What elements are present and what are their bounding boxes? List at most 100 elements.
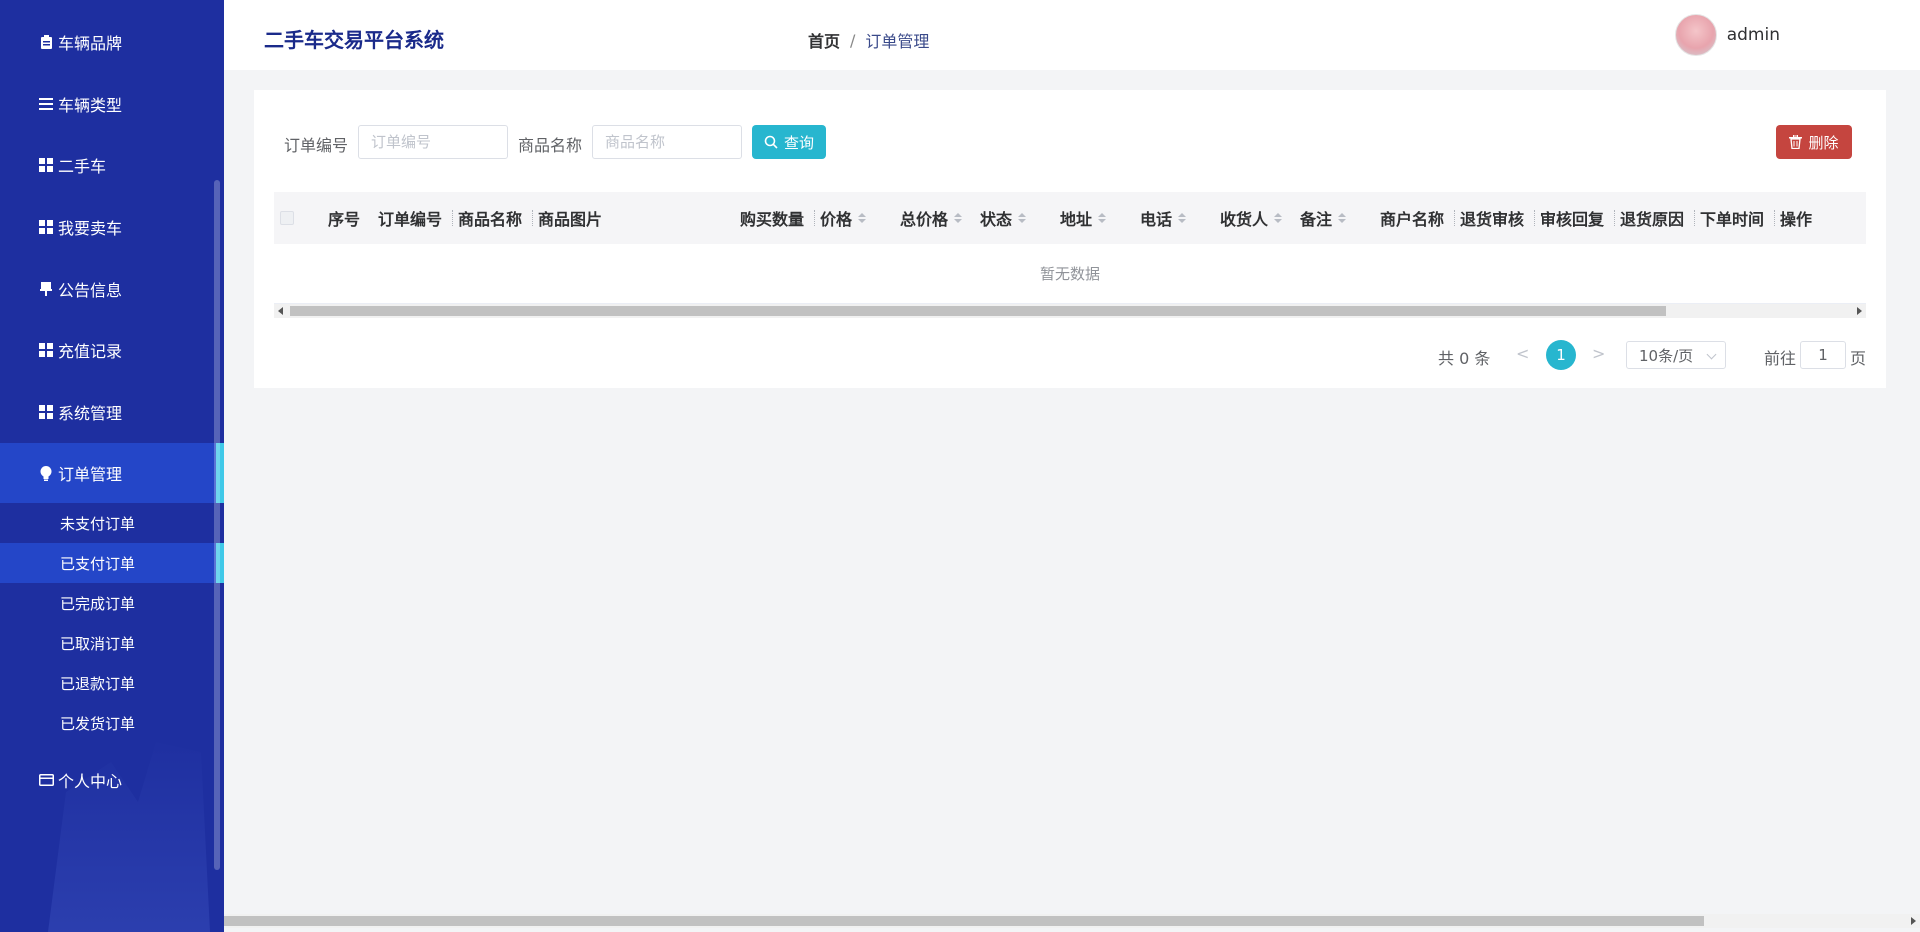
top-header: 二手车交易平台系统 首页 / 订单管理 admin (224, 0, 1920, 70)
column-header-sortable[interactable]: 总价格 (900, 192, 963, 244)
submenu-item-paid[interactable]: 已支付订单 (0, 543, 224, 583)
column-divider[interactable] (532, 210, 534, 226)
goto-page-input[interactable] (1800, 341, 1846, 369)
submenu-item-label: 已发货订单 (60, 714, 136, 733)
product-name-label: 商品名称 (518, 136, 583, 155)
scroll-left-icon[interactable] (278, 307, 283, 315)
column-header[interactable]: 序号 (328, 192, 360, 244)
column-header-label: 商户名称 (1380, 210, 1445, 229)
sidebar-item-personal-center[interactable]: 个人中心 (0, 750, 224, 810)
prev-page-button[interactable]: < (1516, 344, 1529, 363)
grid-icon (38, 404, 54, 420)
table-empty-state: 暂无数据 (274, 244, 1866, 304)
column-header[interactable]: 商品名称 (458, 192, 522, 244)
breadcrumb-home[interactable]: 首页 (808, 28, 840, 52)
column-header[interactable]: 购买数量 (740, 192, 804, 244)
submenu-item-completed[interactable]: 已完成订单 (0, 583, 224, 623)
column-header-label: 下单时间 (1700, 210, 1765, 229)
scroll-right-icon[interactable] (1911, 917, 1916, 925)
scroll-right-icon[interactable] (1857, 307, 1862, 315)
delete-button-label: 删除 (1808, 134, 1839, 152)
order-no-input[interactable] (358, 125, 508, 159)
grid-icon (38, 157, 54, 173)
column-header[interactable]: 商户名称 (1380, 192, 1444, 244)
column-divider[interactable] (1614, 210, 1616, 226)
column-header-label: 审核回复 (1540, 210, 1605, 229)
search-button-label: 查询 (783, 134, 814, 152)
page-number-current[interactable]: 1 (1546, 340, 1576, 370)
table-header: 序号 订单编号 商品名称 商品图片 购买数量 价格 总价格 状态 地址 电话 收… (274, 192, 1866, 244)
column-header-label: 退货原因 (1620, 210, 1685, 229)
page-size-value: 10条/页 (1639, 346, 1694, 365)
column-divider[interactable] (1454, 210, 1456, 226)
column-header-sortable[interactable]: 备注 (1300, 192, 1347, 244)
column-header[interactable]: 退货原因 (1620, 192, 1684, 244)
sidebar-scrollbar[interactable] (214, 180, 220, 870)
page-horizontal-scrollbar[interactable] (224, 914, 1920, 928)
delete-button[interactable]: 删除 (1776, 125, 1852, 159)
next-page-button[interactable]: > (1592, 344, 1605, 363)
sort-icon[interactable] (954, 213, 963, 223)
breadcrumb-current: 订单管理 (865, 32, 930, 51)
product-name-input[interactable] (592, 125, 742, 159)
clipboard-icon (38, 34, 54, 50)
sidebar-item-label: 车辆品牌 (58, 34, 123, 53)
column-header-sortable[interactable]: 地址 (1060, 192, 1107, 244)
sidebar-item-used-car[interactable]: 二手车 (0, 135, 224, 195)
avatar[interactable] (1674, 14, 1717, 56)
sidebar-item-recharge[interactable]: 充值记录 (0, 320, 224, 380)
sidebar-item-vehicle-brand[interactable]: 车辆品牌 (0, 12, 224, 72)
column-header[interactable]: 操作 (1780, 192, 1812, 244)
column-header-sortable[interactable]: 价格 (820, 192, 867, 244)
column-header-label: 商品名称 (458, 210, 523, 229)
scrollbar-thumb[interactable] (224, 916, 1704, 926)
select-all-checkbox[interactable] (280, 211, 294, 225)
column-header[interactable]: 订单编号 (378, 192, 442, 244)
user-name[interactable]: admin (1727, 25, 1780, 45)
submenu-item-unpaid[interactable]: 未支付订单 (0, 503, 224, 543)
submenu-item-refunded[interactable]: 已退款订单 (0, 663, 224, 703)
column-header[interactable]: 下单时间 (1700, 192, 1764, 244)
column-divider[interactable] (452, 210, 454, 226)
user-menu[interactable]: admin (1674, 14, 1780, 56)
column-header-label: 操作 (1780, 210, 1813, 229)
table-horizontal-scrollbar[interactable] (274, 304, 1866, 318)
orders-table: 序号 订单编号 商品名称 商品图片 购买数量 价格 总价格 状态 地址 电话 收… (274, 192, 1866, 318)
sort-icon[interactable] (1338, 213, 1347, 223)
sidebar-item-orders[interactable]: 订单管理 (0, 443, 224, 503)
column-header-sortable[interactable]: 收货人 (1220, 192, 1283, 244)
sort-icon[interactable] (1098, 213, 1107, 223)
sidebar-item-label: 二手车 (58, 157, 107, 176)
sidebar-item-vehicle-type[interactable]: 车辆类型 (0, 74, 224, 134)
sort-icon[interactable] (1178, 213, 1187, 223)
column-divider[interactable] (814, 210, 816, 226)
column-header-label: 价格 (820, 210, 853, 229)
sidebar-item-label: 我要卖车 (58, 219, 123, 238)
search-button[interactable]: 查询 (752, 125, 826, 159)
sort-icon[interactable] (858, 213, 867, 223)
column-header[interactable]: 商品图片 (538, 192, 602, 244)
column-header-sortable[interactable]: 状态 (980, 192, 1027, 244)
scrollbar-thumb[interactable] (290, 306, 1666, 316)
sidebar-item-system[interactable]: 系统管理 (0, 382, 224, 442)
column-divider[interactable] (1774, 210, 1776, 226)
page-size-select[interactable]: 10条/页 (1626, 341, 1726, 369)
column-divider[interactable] (1534, 210, 1536, 226)
sidebar-item-sell-car[interactable]: 我要卖车 (0, 197, 224, 257)
submenu-item-label: 已取消订单 (60, 634, 136, 653)
sort-icon[interactable] (1274, 213, 1283, 223)
chevron-down-icon (1706, 349, 1717, 360)
sidebar-item-announcements[interactable]: 公告信息 (0, 259, 224, 319)
column-header[interactable]: 审核回复 (1540, 192, 1604, 244)
column-header-sortable[interactable]: 电话 (1140, 192, 1187, 244)
submenu-item-cancelled[interactable]: 已取消订单 (0, 623, 224, 663)
column-header[interactable]: 退货审核 (1460, 192, 1524, 244)
sidebar-item-label: 个人中心 (58, 772, 123, 791)
sort-icon[interactable] (1018, 213, 1027, 223)
pin-icon (38, 281, 54, 297)
column-divider[interactable] (1694, 210, 1696, 226)
breadcrumb: 首页 / 订单管理 (808, 28, 929, 52)
sidebar: 车辆品牌 车辆类型 二手车 我要卖车 公告信息 充值记录 系统管理 订单管理 未… (0, 0, 224, 932)
submenu-item-shipped[interactable]: 已发货订单 (0, 703, 224, 743)
submenu-item-label: 已退款订单 (60, 674, 136, 693)
